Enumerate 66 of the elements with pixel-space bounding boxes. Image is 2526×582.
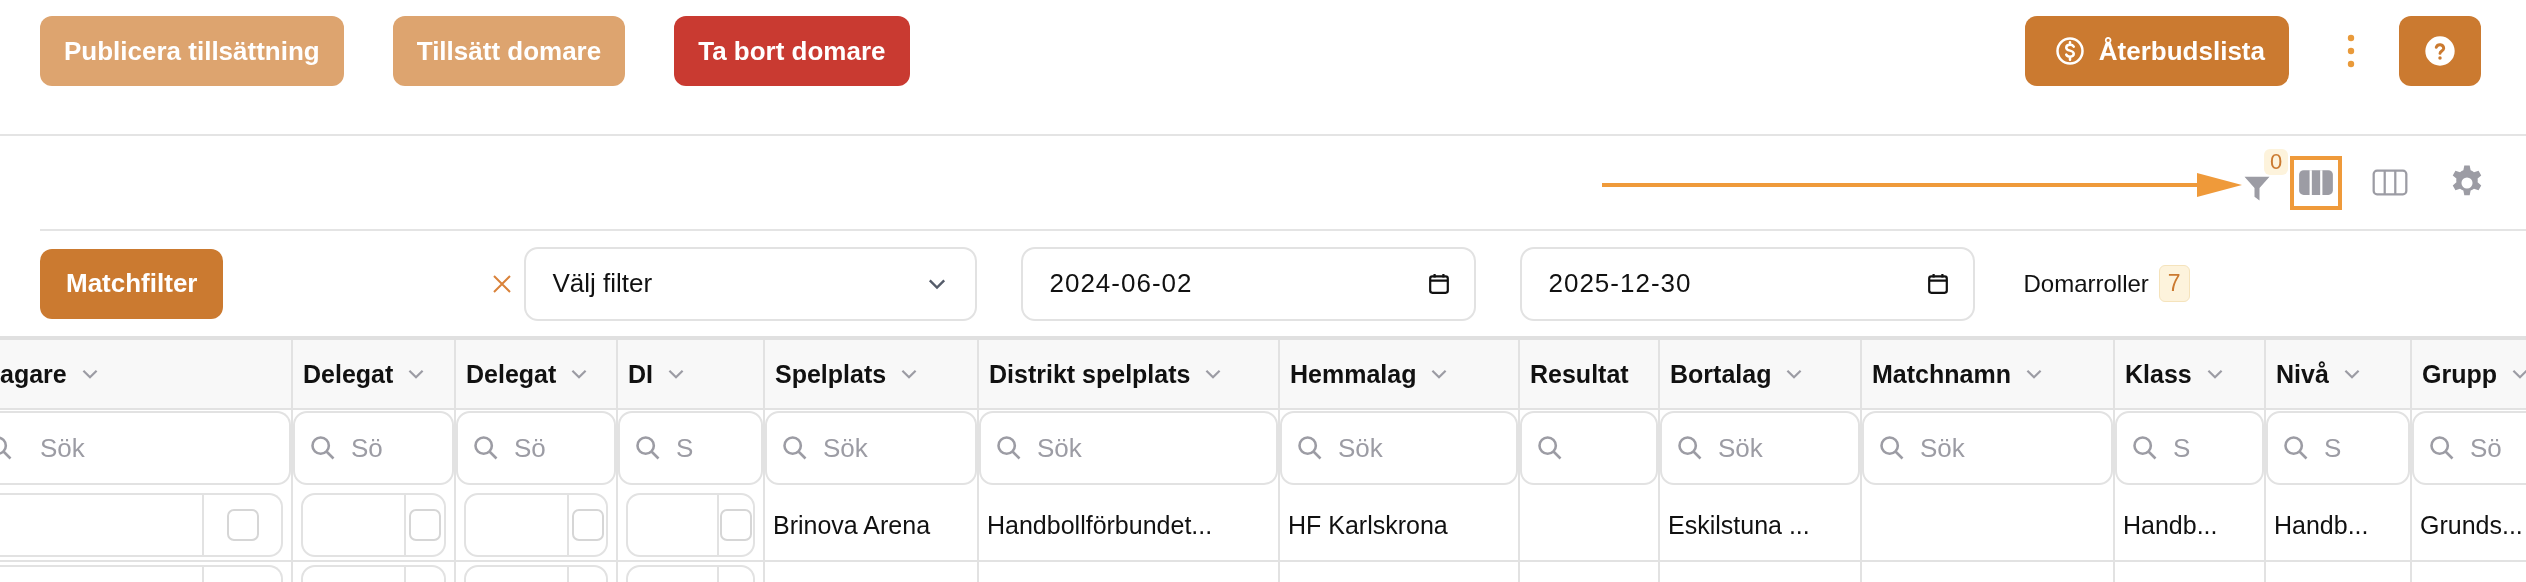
search-icon [472,434,500,462]
search-field[interactable]: Sök [1660,411,1860,485]
search-icon [1878,434,1906,462]
dollar-icon [2054,36,2085,66]
search-field[interactable]: S [2115,411,2264,485]
filter-select[interactable]: Välj filter [524,246,978,321]
table-cell: Brinova Arena [765,490,979,562]
table-cell: Handb... [2115,490,2266,562]
column-header[interactable]: Delegat [466,359,557,389]
help-button[interactable] [2399,16,2481,86]
table-cell: HF Karlskrona [1280,490,1520,562]
column-header[interactable]: Bortalag [1670,359,1772,389]
search-icon [781,434,809,462]
search-field[interactable] [1520,411,1658,485]
roles-label: Domarroller [2023,269,2149,298]
column-header[interactable]: Matchnamn [1872,359,2011,389]
table-cell: Handb... [2266,490,2412,562]
column-header[interactable]: Distrikt spelplats [989,359,1191,389]
search-icon [1296,434,1324,462]
column-header[interactable]: Klass [2125,359,2192,389]
search-field[interactable]: Sök [765,411,977,485]
search-icon [1676,434,1704,462]
search-field[interactable]: Sö [2412,411,2526,485]
column-header[interactable]: Spelplats [775,359,887,389]
search-field[interactable]: S [2266,411,2410,485]
search-field[interactable]: Sök [0,411,291,485]
search-icon [2428,434,2456,462]
calendar-icon [1428,272,1451,295]
table-cell: Handbollförbundet... [979,490,1280,562]
more-menu-icon[interactable] [2347,34,2355,68]
column-header[interactable]: Delegat [303,359,394,389]
column-header[interactable]: agare [0,359,67,389]
columns-outline-icon [2372,169,2408,196]
search-icon [2282,434,2310,462]
search-field[interactable]: Sök [1280,411,1518,485]
search-icon [2131,434,2159,462]
search-field[interactable]: Sök [979,411,1278,485]
calendar-icon [1927,272,1950,295]
search-icon [634,434,662,462]
column-header[interactable]: Resultat [1530,359,1629,389]
action-button[interactable]: Ta bort domare [674,16,910,86]
column-header[interactable]: Hemmalag [1290,359,1417,389]
checkbox[interactable] [720,509,752,541]
help-icon [2424,35,2456,67]
table-cell: Grunds... [2412,490,2526,562]
search-field[interactable]: Sö [293,411,454,485]
search-field[interactable]: Sö [456,411,616,485]
checkbox[interactable] [571,509,604,541]
column-header[interactable]: Nivå [2276,359,2329,389]
search-field[interactable]: S [618,411,763,485]
date-field[interactable]: 2024-06-02 [1021,246,1477,321]
column-header[interactable]: DI [628,359,653,389]
search-icon [309,434,337,462]
column-view-toggle[interactable] [2290,155,2342,210]
date-field[interactable]: 2025-12-30 [1520,246,1976,321]
filter-count-badge: 0 [2264,148,2289,175]
search-field[interactable]: Sök [1862,411,2113,485]
search-icon [995,434,1023,462]
clear-icon[interactable] [492,273,513,294]
checkbox[interactable] [409,509,441,541]
column-header[interactable]: Grupp [2422,359,2497,389]
roles-count-badge: 7 [2158,265,2190,302]
checkbox[interactable] [226,509,259,541]
columns-filled-icon [2298,169,2334,196]
search-icon [1536,434,1564,462]
table-cell: Eskilstuna ... [1660,490,1862,562]
